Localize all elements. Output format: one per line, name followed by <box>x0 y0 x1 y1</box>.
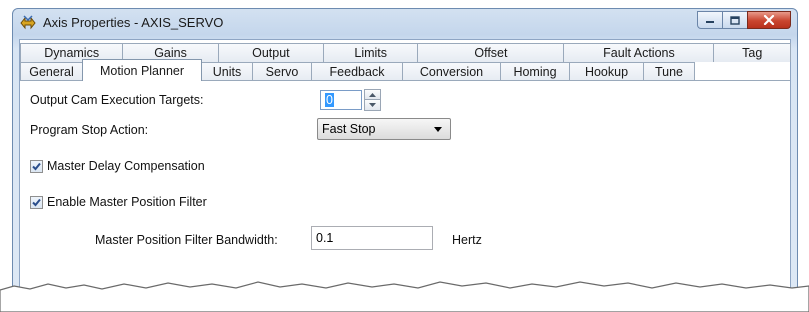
tab-homing[interactable]: Homing <box>500 62 570 81</box>
output-cam-value: 0 <box>325 93 334 107</box>
spin-down-button[interactable] <box>364 100 381 111</box>
program-stop-select[interactable]: Fast Stop <box>317 118 451 140</box>
tab-row-front: General Motion Planner Units Servo Feedb… <box>20 59 790 81</box>
checkmark-icon <box>32 162 41 171</box>
enable-filter-label: Enable Master Position Filter <box>47 195 207 209</box>
spin-up-button[interactable] <box>364 89 381 100</box>
maximize-icon <box>730 15 740 25</box>
dropdown-arrow-icon <box>434 127 442 132</box>
maximize-button[interactable] <box>722 11 748 29</box>
title-bar[interactable]: Axis Properties - AXIS_SERVO <box>13 9 797 37</box>
filter-bandwidth-input[interactable]: 0.1 <box>311 226 433 250</box>
filter-bandwidth-unit: Hertz <box>452 233 482 247</box>
tab-units[interactable]: Units <box>201 62 253 81</box>
minimize-icon <box>706 21 714 23</box>
tab-feedback[interactable]: Feedback <box>311 62 403 81</box>
tab-servo[interactable]: Servo <box>252 62 312 81</box>
program-stop-value: Fast Stop <box>322 122 376 136</box>
chevron-down-icon <box>369 103 376 107</box>
enable-filter-checkbox[interactable] <box>30 196 43 209</box>
tab-tune[interactable]: Tune <box>643 62 695 81</box>
output-cam-input[interactable]: 0 <box>320 90 362 110</box>
close-button[interactable] <box>747 11 791 29</box>
chevron-up-icon <box>369 92 376 97</box>
motion-planner-content: Output Cam Execution Targets: 0 Program … <box>20 81 790 296</box>
tab-output[interactable]: Output <box>217 43 325 62</box>
minimize-button[interactable] <box>697 11 723 29</box>
tab-hookup[interactable]: Hookup <box>569 62 644 81</box>
master-delay-checkbox[interactable] <box>30 160 43 173</box>
output-cam-label: Output Cam Execution Targets: <box>30 93 204 107</box>
torn-edge <box>0 281 809 312</box>
axis-properties-icon <box>20 15 36 30</box>
tab-tag[interactable]: Tag <box>713 43 791 62</box>
axis-properties-window: Axis Properties - AXIS_SERVO Dynamics Ga… <box>12 8 798 298</box>
master-delay-label: Master Delay Compensation <box>47 159 205 173</box>
tab-offset[interactable]: Offset <box>417 43 565 62</box>
properties-panel: Dynamics Gains Output Limits Offset Faul… <box>19 39 791 297</box>
checkmark-icon <box>32 198 41 207</box>
tab-fault-actions[interactable]: Fault Actions <box>563 43 715 62</box>
window-title: Axis Properties - AXIS_SERVO <box>43 15 224 30</box>
tab-motion-planner[interactable]: Motion Planner <box>82 59 202 81</box>
close-icon <box>763 15 775 25</box>
tab-general[interactable]: General <box>20 62 83 81</box>
tab-conversion[interactable]: Conversion <box>402 62 501 81</box>
output-cam-spinner[interactable] <box>364 89 381 111</box>
filter-bandwidth-label: Master Position Filter Bandwidth: <box>95 233 278 247</box>
tab-limits[interactable]: Limits <box>323 43 419 62</box>
program-stop-label: Program Stop Action: <box>30 123 149 137</box>
